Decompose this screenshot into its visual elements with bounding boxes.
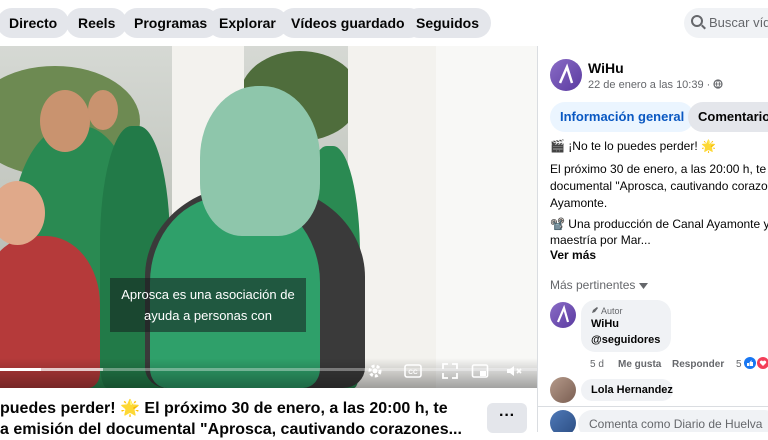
settings-gear-icon[interactable] bbox=[366, 362, 384, 380]
post-date-text: 22 de enero a las 10:39 · bbox=[588, 79, 714, 91]
pencil-icon bbox=[592, 307, 598, 313]
reply-button[interactable]: Responder bbox=[672, 359, 724, 370]
like-button[interactable]: Me gusta bbox=[618, 359, 661, 370]
video-person-hood bbox=[200, 86, 320, 236]
author-badge: Autor bbox=[591, 306, 661, 316]
video-person-head bbox=[40, 90, 90, 152]
comment-text: WiHu bbox=[591, 318, 620, 330]
tab-seguidos[interactable]: Seguidos bbox=[404, 8, 492, 38]
post-line: puedes perder! 🌟 El próximo 30 de enero,… bbox=[0, 400, 448, 417]
comment-author-name[interactable]: Lola Hernandez bbox=[581, 379, 673, 401]
divider bbox=[538, 406, 768, 407]
post-line: a emisión del documental "Aprosca, cauti… bbox=[0, 421, 462, 438]
expand-icon[interactable] bbox=[441, 362, 459, 380]
description-line: documental "Aprosca, cautivando corazo bbox=[550, 179, 768, 193]
sort-comments-dropdown[interactable]: Más pertinentes bbox=[550, 278, 648, 292]
avatar[interactable] bbox=[550, 59, 582, 91]
tab-videos-guardados[interactable]: Vídeos guardados bbox=[279, 8, 425, 38]
comment-mention[interactable]: @seguidores bbox=[591, 332, 661, 348]
avatar bbox=[550, 410, 576, 432]
closed-captions-icon[interactable]: CC bbox=[404, 362, 422, 380]
video-player[interactable]: Aprosca es una asociación de ayuda a per… bbox=[0, 46, 537, 388]
tab-informacion-general[interactable]: Información general bbox=[550, 102, 695, 132]
svg-text:CC: CC bbox=[408, 369, 418, 376]
search-icon bbox=[691, 15, 703, 27]
subtitle-line: ayuda a personas con bbox=[144, 308, 272, 323]
comment-input[interactable]: Comenta como Diario de Huelva bbox=[578, 410, 768, 432]
avatar[interactable] bbox=[550, 302, 576, 328]
top-navigation: Directo Reels Programas Explorar Vídeos … bbox=[0, 0, 768, 46]
globe-icon bbox=[713, 79, 723, 89]
video-progress-fill bbox=[0, 368, 42, 371]
subtitle-line: Aprosca es una asociación de bbox=[121, 287, 295, 302]
comment-bubble: Autor WiHu @seguidores bbox=[581, 300, 671, 352]
more-options-button[interactable]: ··· bbox=[487, 403, 527, 433]
caret-down-icon bbox=[638, 283, 648, 289]
wihu-logo-icon bbox=[558, 63, 574, 84]
love-reaction-icon bbox=[757, 357, 768, 369]
video-pillar bbox=[436, 46, 537, 388]
like-reaction-icon bbox=[744, 357, 756, 369]
tab-programas[interactable]: Programas bbox=[122, 8, 220, 38]
video-person-head bbox=[88, 90, 118, 130]
description-line: Ayamonte. bbox=[550, 196, 608, 210]
video-info-sidebar: WiHu 22 de enero a las 10:39 · Informaci… bbox=[537, 46, 768, 432]
description-line: 📽️ Una producción de Canal Ayamonte y bbox=[550, 217, 768, 231]
description-line: El próximo 30 de enero, a las 20:00 h, t… bbox=[550, 162, 768, 176]
sort-label: Más pertinentes bbox=[550, 278, 636, 292]
reaction-count[interactable]: 5 bbox=[736, 359, 742, 370]
search-placeholder: Buscar vídeos bbox=[709, 15, 768, 30]
post-date: 22 de enero a las 10:39 · bbox=[588, 79, 723, 91]
tab-comentarios[interactable]: Comentarios bbox=[688, 102, 768, 132]
tab-explorar[interactable]: Explorar bbox=[207, 8, 288, 38]
wihu-logo-icon bbox=[556, 304, 570, 323]
tab-directo[interactable]: Directo bbox=[0, 8, 70, 38]
comment-time: 5 d bbox=[590, 359, 604, 370]
tab-reels[interactable]: Reels bbox=[66, 8, 128, 38]
description-line: maestría por Mar... bbox=[550, 233, 651, 247]
post-description: puedes perder! 🌟 El próximo 30 de enero,… bbox=[0, 398, 470, 440]
page-name[interactable]: WiHu bbox=[588, 60, 624, 76]
volume-muted-icon[interactable] bbox=[505, 362, 523, 380]
description-line: 🎬 ¡No te lo puedes perder! 🌟 bbox=[550, 139, 716, 153]
see-more-link[interactable]: Ver más bbox=[550, 248, 596, 262]
picture-in-picture-icon[interactable] bbox=[471, 362, 489, 380]
video-subtitle: Aprosca es una asociación de ayuda a per… bbox=[110, 278, 306, 332]
avatar[interactable] bbox=[550, 377, 576, 403]
search-input[interactable]: Buscar vídeos bbox=[684, 8, 768, 38]
author-badge-label: Autor bbox=[601, 306, 623, 316]
